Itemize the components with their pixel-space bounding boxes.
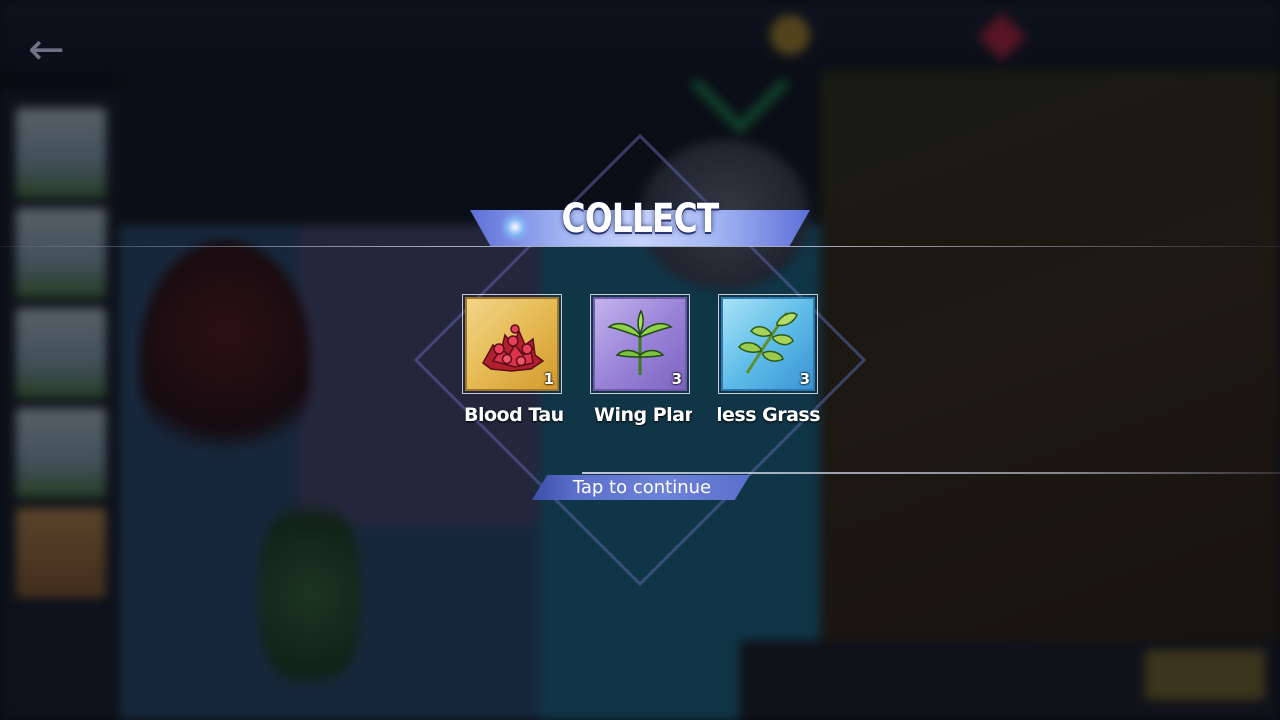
game-screen[interactable]: ← COLLECT 1 Blood Taur 3 Wing Plan 3 les… [0,0,1280,720]
divider-line-top [0,246,1280,247]
dialog-title: COLLECT [561,196,720,242]
wing-plant-icon [607,309,673,375]
reward-item[interactable]: 1 Blood Taur [462,294,566,426]
item-name-text: Blood Taur [464,404,564,426]
item-count: 3 [671,370,682,388]
item-name-text: less Grass [718,404,820,426]
item-name: less Grass [718,404,820,426]
item-name: Wing Plant [590,404,692,426]
herb-grass-icon [738,312,798,374]
item-count: 3 [799,370,810,388]
back-arrow-icon: ← [28,24,65,75]
item-tile-purple: 3 [593,297,687,391]
item-name-text: Wing Plant [594,404,692,426]
item-frame: 1 [462,294,562,394]
red-berries-icon [482,324,545,372]
reward-item[interactable]: 3 less Grass [718,294,822,426]
item-frame: 3 [718,294,818,394]
item-count: 1 [543,370,554,388]
item-frame: 3 [590,294,690,394]
reward-item[interactable]: 3 Wing Plant [590,294,694,426]
reward-item-list: 1 Blood Taur 3 Wing Plan 3 less Grass [460,294,820,434]
item-tile-blue: 3 [721,297,815,391]
divider-line-bottom [582,472,1280,474]
item-name: Blood Taur [462,404,564,426]
tap-to-continue-label[interactable]: Tap to continue [532,476,752,499]
item-tile-gold: 1 [465,297,559,391]
